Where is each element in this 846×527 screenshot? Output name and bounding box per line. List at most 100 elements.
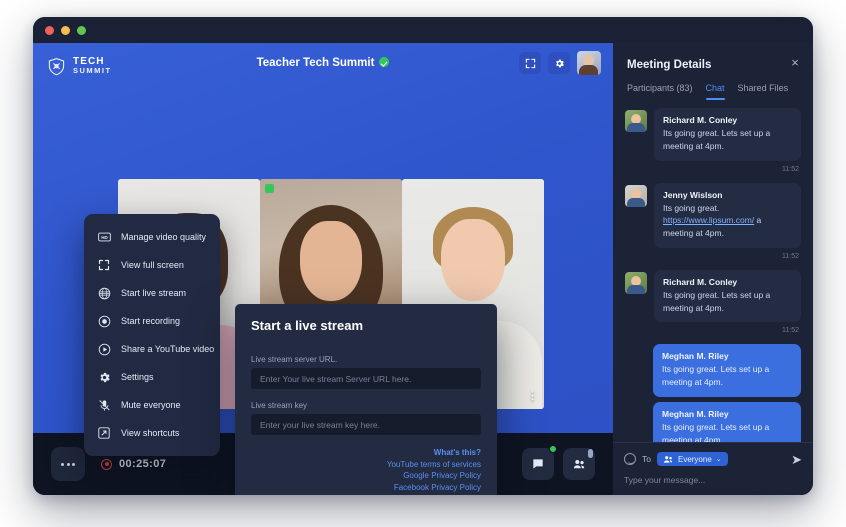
menu-item-label: Start live stream bbox=[121, 288, 187, 298]
close-window-button[interactable] bbox=[45, 25, 54, 35]
stream-key-label: Live stream key bbox=[251, 401, 308, 410]
gear-icon bbox=[555, 59, 564, 67]
svg-text:HD: HD bbox=[101, 235, 108, 240]
message-author: Jenny Wislson bbox=[663, 189, 723, 200]
chat-message-list[interactable]: Richard M. Conley Its going great. Lets … bbox=[613, 100, 813, 442]
close-sidebar-button[interactable]: × bbox=[788, 56, 802, 70]
brand-logo: TECH SUMMIT bbox=[47, 56, 112, 76]
avatar bbox=[625, 184, 647, 207]
message-timestamp: 11:52 bbox=[782, 165, 799, 173]
dialog-title: Start a live stream bbox=[251, 318, 364, 333]
chat-unread-badge bbox=[549, 445, 557, 453]
message-timestamp: 11:52 bbox=[782, 327, 799, 335]
fullscreen-button[interactable] bbox=[519, 52, 541, 74]
topbar-actions bbox=[519, 51, 601, 75]
shield-crest-logo-icon bbox=[48, 57, 65, 75]
menu-item-manage-video-quality[interactable]: HD Manage video quality bbox=[84, 223, 220, 251]
dot-icon bbox=[72, 462, 75, 466]
message-author: Meghan M. Riley bbox=[662, 408, 729, 419]
menu-item-label: View full screen bbox=[121, 260, 184, 270]
dot-icon bbox=[66, 462, 70, 466]
chat-message: Richard M. Conley Its going great. Lets … bbox=[625, 108, 801, 161]
message-text: Its going great. Lets set up a meeting a… bbox=[663, 128, 771, 151]
record-icon bbox=[101, 458, 112, 470]
sidebar-title: Meeting Details bbox=[627, 59, 712, 71]
menu-item-start-recording[interactable]: Start recording bbox=[84, 307, 220, 335]
dialog-body: Live stream server URL. Enter Your live … bbox=[235, 339, 497, 439]
tab-chat[interactable]: Chat bbox=[705, 83, 725, 100]
more-options-button[interactable] bbox=[51, 447, 85, 481]
menu-item-label: View shortcuts bbox=[121, 428, 180, 438]
account-avatar[interactable] bbox=[577, 51, 601, 75]
menu-item-label: Manage video quality bbox=[121, 232, 207, 242]
menu-item-start-live-stream[interactable]: Start live stream bbox=[84, 279, 220, 307]
participant-head bbox=[441, 219, 505, 301]
message-text: Its going great. Lets set up a meeting a… bbox=[662, 364, 770, 387]
message-bubble: Meghan M. Riley Its going great. Lets se… bbox=[653, 344, 801, 397]
play-circle-icon bbox=[97, 342, 111, 356]
stream-key-placeholder: Enter your live stream key here. bbox=[260, 419, 380, 430]
smiley-icon[interactable] bbox=[624, 453, 636, 465]
server-url-placeholder: Enter Your live stream Server URL here. bbox=[260, 373, 412, 384]
chat-message: Meghan M. Riley Its going great. Lets se… bbox=[625, 344, 801, 397]
message-text: Its going great. Lets set up a meeting a… bbox=[663, 289, 771, 313]
menu-item-view-full-screen[interactable]: View full screen bbox=[84, 251, 220, 279]
dialog-header: Start a live stream bbox=[235, 304, 497, 339]
participants-button[interactable] bbox=[563, 448, 595, 480]
brand-line2: SUMMIT bbox=[73, 66, 112, 76]
message-text: Its going great. https://www.lipsum.com/… bbox=[663, 202, 792, 240]
chat-message: Jenny Wislson Its going great. https://w… bbox=[625, 182, 801, 248]
start-live-stream-dialog: Start a live stream Live stream server U… bbox=[235, 304, 497, 495]
stream-key-input[interactable]: Enter your live stream key here. bbox=[251, 414, 481, 435]
app-window: TECH SUMMIT Teacher Tech Summit ⋮ 00:25:… bbox=[33, 17, 813, 495]
mic-off-icon bbox=[97, 398, 111, 412]
recipient-dropdown[interactable]: Everyone ⌄ bbox=[656, 452, 728, 466]
server-url-label: Live stream server URL. bbox=[251, 355, 338, 364]
chat-button[interactable] bbox=[522, 445, 557, 480]
window-titlebar bbox=[33, 17, 813, 43]
meeting-title-text: Teacher Tech Summit bbox=[256, 57, 375, 69]
menu-item-mute-everyone[interactable]: Mute everyone bbox=[84, 391, 220, 419]
tab-shared-files[interactable]: Shared Files bbox=[738, 83, 789, 100]
chat-composer: To Everyone ⌄ ➤ Type your message... bbox=[613, 442, 813, 495]
message-text-before: Its going great. bbox=[663, 202, 720, 213]
menu-item-label: Mute everyone bbox=[121, 400, 181, 410]
expand-icon bbox=[525, 58, 535, 68]
menu-item-share-youtube-video[interactable]: Share a YouTube video bbox=[84, 335, 220, 363]
server-url-input[interactable]: Enter Your live stream Server URL here. bbox=[251, 368, 481, 389]
minimize-window-button[interactable] bbox=[61, 25, 70, 35]
link-facebook-privacy[interactable]: Facebook Privacy Policy bbox=[251, 482, 481, 494]
stage-topbar: TECH SUMMIT Teacher Tech Summit bbox=[33, 43, 613, 89]
link-google-privacy[interactable]: Google Privacy Policy bbox=[251, 470, 481, 482]
external-link-icon bbox=[97, 426, 111, 440]
message-timestamp: 11:52 bbox=[782, 252, 799, 260]
menu-item-settings[interactable]: Settings bbox=[84, 363, 220, 391]
message-bubble: Richard M. Conley Its going great. Lets … bbox=[654, 108, 801, 161]
menu-item-label: Settings bbox=[121, 372, 154, 382]
link-youtube-terms[interactable]: YouTube terms of services bbox=[251, 459, 481, 471]
message-link[interactable]: https://www.lipsum.com/ bbox=[663, 215, 754, 225]
send-icon[interactable]: ➤ bbox=[791, 453, 802, 466]
composer-toolbar: To Everyone ⌄ ➤ bbox=[624, 452, 802, 466]
message-input[interactable]: Type your message... bbox=[624, 475, 802, 485]
dialog-footer: Start live stream Cancel bbox=[235, 493, 497, 495]
settings-button[interactable] bbox=[548, 52, 570, 74]
speaking-badge-icon bbox=[265, 184, 274, 193]
message-bubble: Meghan M. Riley Its going great. Lets se… bbox=[653, 401, 801, 442]
menu-item-view-shortcuts[interactable]: View shortcuts bbox=[84, 419, 220, 447]
globe-icon bbox=[97, 286, 111, 300]
tab-participants[interactable]: Participants (83) bbox=[627, 83, 693, 100]
gear-icon bbox=[97, 370, 111, 384]
menu-item-label: Share a YouTube video bbox=[121, 344, 215, 354]
maximize-window-button[interactable] bbox=[77, 25, 86, 35]
chat-icon bbox=[533, 459, 543, 469]
message-author: Richard M. Conley bbox=[663, 115, 738, 125]
verified-badge-icon bbox=[379, 57, 390, 67]
record-icon bbox=[97, 314, 111, 328]
link-whats-this[interactable]: What's this? bbox=[251, 447, 481, 459]
sidebar-header: Meeting Details × bbox=[613, 43, 813, 72]
tile-more-button[interactable]: ⋮ bbox=[527, 391, 538, 402]
message-text: Its going great. Lets set up a meeting a… bbox=[662, 421, 770, 442]
participant-head bbox=[300, 221, 362, 301]
mic-badge-icon bbox=[588, 449, 593, 458]
